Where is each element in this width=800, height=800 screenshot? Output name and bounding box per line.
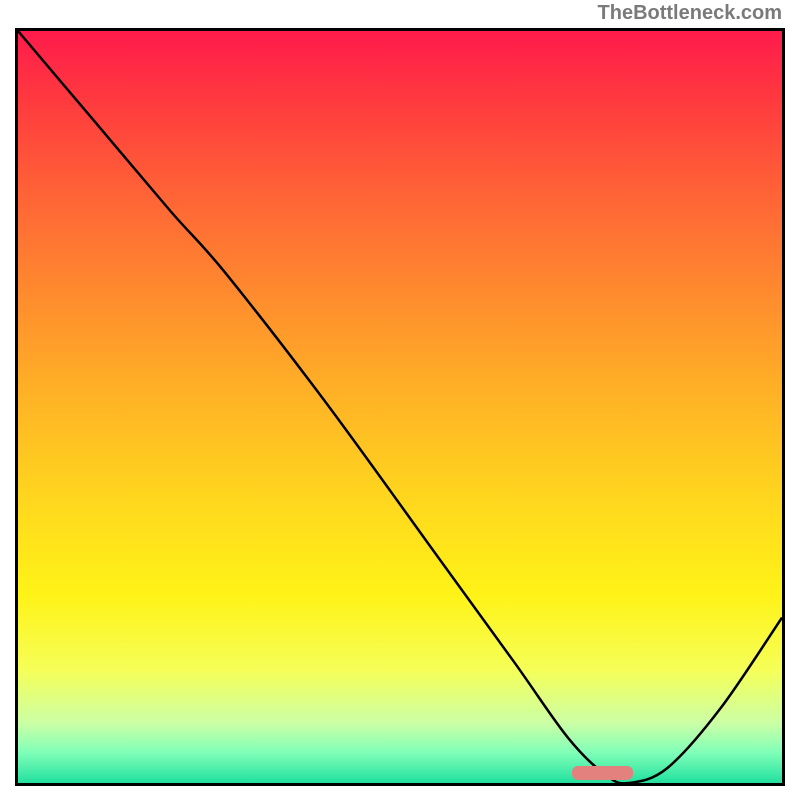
bottleneck-curve bbox=[18, 31, 782, 783]
curve-minimum-marker bbox=[572, 766, 633, 780]
watermark-text: TheBottleneck.com bbox=[598, 2, 782, 25]
plot-area bbox=[15, 28, 785, 786]
